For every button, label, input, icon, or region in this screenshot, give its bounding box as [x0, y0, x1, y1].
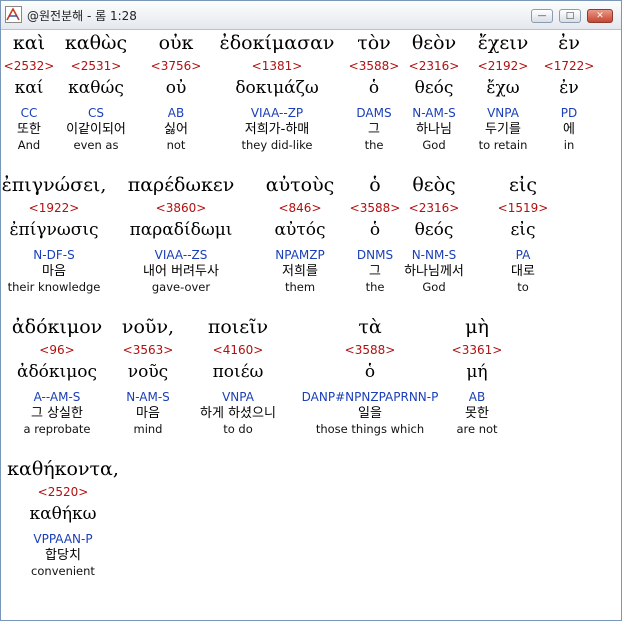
parsing-code: PD — [560, 106, 578, 120]
english-gloss: in — [563, 138, 575, 152]
korean-gloss: 못한 — [465, 406, 489, 421]
lemma-form: ποιέω — [212, 362, 264, 382]
word-block[interactable]: ποιεῖν <4160> ποιέω VNPA 하게 하셨으니 to do — [168, 315, 308, 437]
strongs-number[interactable]: <4160> — [168, 342, 308, 358]
greek-word: ἐπιγνώσει, — [1, 174, 107, 196]
app-logo-icon — [5, 6, 22, 23]
strongs-number[interactable]: <3361> — [407, 342, 547, 358]
parsing-code: VNPA — [222, 390, 254, 404]
korean-gloss: 합당치 — [45, 548, 81, 563]
parsing-code: VPPAAN-P — [33, 532, 93, 546]
korean-gloss: 에 — [563, 122, 575, 137]
greek-word: ἐν — [558, 32, 580, 54]
lemma-form: εἰς — [510, 220, 536, 240]
strongs-number[interactable]: <1722> — [499, 58, 622, 74]
lemma-form: ἐπίγνωσις — [9, 220, 99, 240]
word-block[interactable]: ἐπιγνώσει, <1922> ἐπίγνωσις N-DF-S 마음 their k… — [0, 173, 124, 295]
close-button[interactable]: ✕ — [587, 9, 613, 23]
english-gloss: to do — [223, 422, 253, 436]
greek-word: εἰς — [509, 174, 537, 196]
word-block[interactable]: ἐν <1722> ἐν PD 에 in — [499, 31, 622, 153]
app-window: @원전분해 - 롬 1:28 — □ ✕ καὶ <2532> καί CC 또한 And… — [0, 0, 622, 621]
greek-word: ποιεῖν — [207, 316, 269, 338]
english-gloss: are not — [456, 422, 498, 436]
interlinear-panel: καὶ <2532> καί CC 또한 And καθὼς <2531> καθώς CS 이같이… — [2, 31, 617, 616]
korean-gloss: 대로 — [511, 264, 535, 279]
english-gloss: their knowledge — [7, 280, 101, 294]
word-block[interactable]: μὴ <3361> μή AB 못한 are not — [407, 315, 547, 437]
parsing-code: N-DF-S — [33, 248, 75, 262]
lemma-form: ἐν — [559, 78, 579, 98]
window-title: @원전분해 - 롬 1:28 — [27, 9, 137, 23]
minimize-button[interactable]: — — [531, 9, 553, 23]
parsing-code: PA — [515, 248, 531, 262]
korean-gloss: 마음 — [42, 264, 66, 279]
maximize-button[interactable]: □ — [559, 9, 581, 23]
strongs-number[interactable]: <2520> — [0, 484, 133, 500]
greek-word: μὴ — [465, 316, 489, 338]
title-bar[interactable]: @원전분해 - 롬 1:28 — □ ✕ — [1, 1, 621, 30]
strongs-number[interactable]: <1922> — [0, 200, 124, 216]
lemma-form: μή — [466, 362, 488, 382]
lemma-form: καθήκω — [29, 504, 97, 524]
greek-word: καθήκοντα, — [7, 458, 119, 480]
parsing-code: AB — [468, 390, 486, 404]
strongs-number[interactable]: <1519> — [453, 200, 593, 216]
word-block[interactable]: καθήκοντα, <2520> καθήκω VPPAAN-P 합당치 conveni… — [0, 457, 133, 579]
korean-gloss: 하게 하셨으니 — [200, 406, 276, 421]
english-gloss: to — [517, 280, 529, 294]
english-gloss: convenient — [31, 564, 95, 578]
word-block[interactable]: εἰς <1519> εἰς PA 대로 to — [453, 173, 593, 295]
